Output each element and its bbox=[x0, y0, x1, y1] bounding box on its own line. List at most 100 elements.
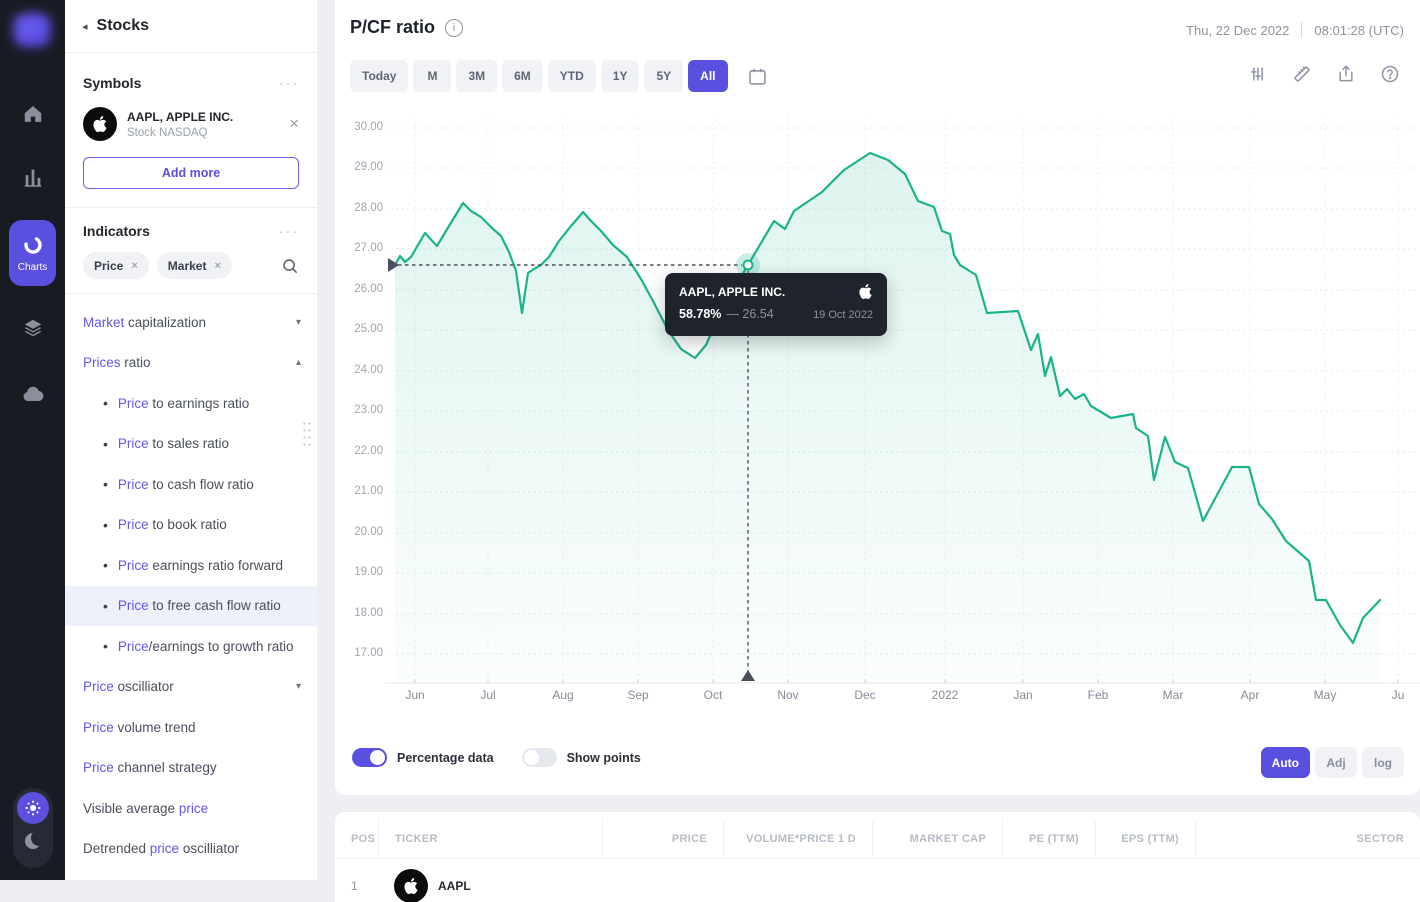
info-icon[interactable]: i bbox=[445, 18, 464, 37]
indicators-menu-icon[interactable]: ··· bbox=[279, 223, 299, 239]
back-chevron-icon[interactable]: ◂ bbox=[82, 20, 88, 33]
indicator-item[interactable]: • Price to free cash flow ratio bbox=[65, 585, 317, 626]
indicator-item[interactable]: • Price to earnings ratio bbox=[65, 383, 317, 424]
share-icon[interactable] bbox=[1336, 64, 1356, 84]
stocks-panel: ◂ Stocks Symbols ··· AAPL, APPLE INC. St… bbox=[65, 0, 317, 880]
y-axis-label: 26.00 bbox=[354, 283, 383, 295]
remove-filter-icon[interactable]: × bbox=[131, 260, 137, 272]
y-axis-label: 27.00 bbox=[354, 242, 383, 254]
y-axis-label: 21.00 bbox=[354, 485, 383, 497]
y-axis-label: 19.00 bbox=[354, 566, 383, 578]
range-button-ytd[interactable]: YTD bbox=[547, 60, 596, 92]
highlighted-point bbox=[742, 259, 754, 271]
show-points-toggle[interactable] bbox=[521, 748, 557, 767]
search-icon[interactable] bbox=[281, 257, 299, 275]
range-button-6m[interactable]: 6M bbox=[502, 60, 543, 92]
price-chart[interactable]: AAPL, APPLE INC. 58.78% — 26.54 19 Oct 2… bbox=[335, 100, 1420, 720]
chart-tooltip: AAPL, APPLE INC. 58.78% — 26.54 19 Oct 2… bbox=[665, 273, 887, 336]
x-axis-label: 2022 bbox=[931, 688, 959, 702]
layers-icon[interactable] bbox=[0, 317, 65, 339]
apple-logo-avatar bbox=[83, 107, 117, 141]
chart-area bbox=[395, 153, 1380, 683]
range-button-m[interactable]: M bbox=[413, 60, 452, 92]
dark-theme-button moon-icon[interactable] bbox=[25, 833, 41, 849]
range-button-5y[interactable]: 5Y bbox=[644, 60, 684, 92]
indicator-item[interactable]: Price oscilliator ▾ bbox=[65, 667, 317, 708]
chart-svg bbox=[385, 117, 1420, 684]
chart-settings-icon[interactable] bbox=[1248, 64, 1268, 84]
cloud-icon[interactable] bbox=[0, 382, 65, 406]
indicator-item[interactable]: Price volume trend bbox=[65, 707, 317, 748]
x-axis-label: Jan bbox=[1013, 688, 1033, 702]
x-axis-label: May bbox=[1313, 688, 1337, 702]
column-header[interactable]: SECTOR bbox=[1195, 820, 1420, 858]
app-logo[interactable] bbox=[13, 13, 51, 47]
column-header[interactable]: TICKER bbox=[378, 820, 602, 858]
x-axis-label: Mar bbox=[1162, 688, 1184, 702]
tooltip-symbol: AAPL, APPLE INC. bbox=[679, 284, 786, 299]
column-header[interactable]: EPS (TTM) bbox=[1095, 820, 1195, 858]
y-axis-label: 17.00 bbox=[354, 647, 383, 659]
indicator-item[interactable]: Prices ratio ▴ bbox=[65, 343, 317, 384]
indicator-item[interactable]: • Price to book ratio bbox=[65, 505, 317, 546]
scale-button-adj[interactable]: Adj bbox=[1315, 747, 1357, 778]
column-header[interactable]: PRICE bbox=[602, 820, 723, 858]
help-icon[interactable] bbox=[1380, 64, 1400, 84]
home-icon[interactable] bbox=[0, 103, 65, 125]
range-button-all[interactable]: All bbox=[688, 60, 728, 92]
symbols-heading: Symbols bbox=[83, 75, 142, 91]
remove-symbol-icon[interactable]: × bbox=[289, 114, 299, 134]
scale-button-log[interactable]: log bbox=[1362, 747, 1404, 778]
row-pos: 1 bbox=[351, 879, 358, 893]
indicator-item[interactable]: • Price earnings ratio forward bbox=[65, 545, 317, 586]
app-sidebar: Charts bbox=[0, 0, 65, 880]
calendar-icon[interactable] bbox=[747, 66, 768, 87]
range-button-today[interactable]: Today bbox=[350, 60, 409, 92]
indicator-item[interactable]: • Price to sales ratio bbox=[65, 424, 317, 465]
percentage-data-toggle[interactable] bbox=[352, 748, 387, 767]
sidebar-charts-label: Charts bbox=[17, 262, 48, 273]
current-time: 08:01:28 (UTC) bbox=[1314, 22, 1404, 38]
analytics-icon[interactable] bbox=[0, 166, 65, 188]
measure-ruler-icon[interactable] bbox=[1292, 64, 1312, 84]
indicator-item[interactable]: Visible average price bbox=[65, 788, 317, 829]
indicator-item[interactable]: • Price/earnings to growth ratio bbox=[65, 626, 317, 667]
theme-toggle[interactable] bbox=[13, 788, 53, 868]
chevron-down-icon: ▾ bbox=[295, 316, 301, 328]
filter-pill-price[interactable]: Price × bbox=[83, 252, 149, 279]
sun-icon bbox=[25, 800, 41, 816]
chart-card: P/CF ratio i Thu, 22 Dec 2022 08:01:28 (… bbox=[335, 0, 1420, 795]
light-theme-button[interactable] bbox=[17, 792, 49, 824]
column-header[interactable]: POS bbox=[335, 820, 378, 858]
datetime-divider bbox=[1301, 22, 1303, 38]
remove-filter-icon[interactable]: × bbox=[214, 260, 220, 272]
indicator-item[interactable]: Price channel strategy bbox=[65, 748, 317, 789]
symbols-menu-icon[interactable]: ··· bbox=[279, 75, 299, 91]
column-header[interactable]: MARKET CAP bbox=[872, 820, 1002, 858]
sidebar-item-charts[interactable]: Charts bbox=[9, 220, 56, 286]
indicator-item[interactable]: Market capitalization ▾ bbox=[65, 302, 317, 343]
add-more-button[interactable]: Add more bbox=[83, 157, 299, 189]
column-header[interactable]: VOLUME*PRICE 1 D bbox=[723, 820, 872, 858]
apple-icon bbox=[859, 284, 872, 299]
filter-pill-market[interactable]: Market × bbox=[156, 252, 232, 279]
row-ticker: AAPL bbox=[438, 879, 471, 893]
table-row[interactable]: 1 AAPL bbox=[335, 858, 1420, 902]
range-button-3m[interactable]: 3M bbox=[456, 60, 498, 92]
watchlist-table: POS TICKER PRICE VOLUME*PRICE 1 D MARKET CAP… bbox=[335, 812, 1420, 902]
x-axis-label: Apr bbox=[1240, 688, 1260, 702]
symbol-subtitle: Stock NASDAQ bbox=[127, 126, 208, 139]
y-axis-label: 20.00 bbox=[354, 526, 383, 538]
x-axis-label: Ju bbox=[1391, 688, 1405, 702]
scale-button-auto[interactable]: Auto bbox=[1260, 747, 1310, 778]
chevron-down-icon: ▾ bbox=[295, 681, 301, 693]
x-axis-label: Jun bbox=[405, 688, 425, 702]
table-header: POS TICKER PRICE VOLUME*PRICE 1 D MARKET CAP… bbox=[335, 820, 1420, 859]
drag-handle[interactable] bbox=[302, 420, 312, 446]
indicator-item[interactable]: Detrended price oscilliator bbox=[65, 829, 317, 870]
symbol-row[interactable]: AAPL, APPLE INC. Stock NASDAQ × bbox=[65, 107, 317, 141]
x-axis-label: Dec bbox=[854, 688, 876, 702]
column-header[interactable]: PE (TTM) bbox=[1002, 820, 1095, 858]
indicator-item[interactable]: • Price to cash flow ratio bbox=[65, 464, 317, 505]
range-button-1y[interactable]: 1Y bbox=[600, 60, 640, 92]
